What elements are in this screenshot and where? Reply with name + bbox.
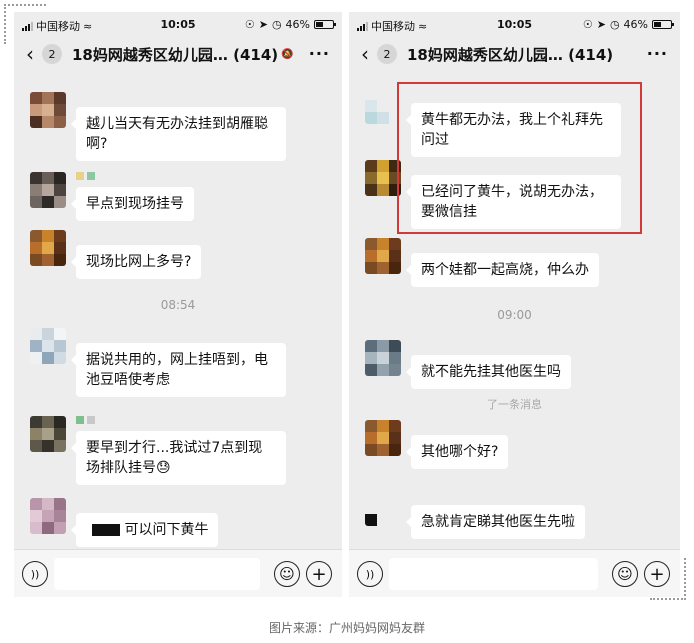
sender-name bbox=[411, 238, 599, 250]
chat-title: 18妈网越秀区幼儿园… (414) bbox=[407, 45, 614, 64]
input-bar: )) ☺ + bbox=[349, 549, 680, 597]
voice-icon[interactable]: )) bbox=[357, 561, 383, 587]
message-bubble[interactable]: 急就肯定睇其他医生先啦 bbox=[406, 505, 585, 539]
more-icon[interactable]: ··· bbox=[647, 44, 668, 63]
more-icon[interactable]: ··· bbox=[309, 44, 330, 63]
mute-icon: 🔕 bbox=[281, 48, 294, 60]
sender-name bbox=[76, 328, 286, 340]
sender-name bbox=[76, 416, 286, 428]
message-input[interactable] bbox=[389, 558, 598, 590]
unread-badge[interactable]: 2 bbox=[42, 44, 62, 64]
message-row: 现场比网上多号? bbox=[30, 230, 202, 279]
chat-timestamp: 09:00 bbox=[497, 308, 532, 322]
message-input[interactable] bbox=[54, 558, 260, 590]
redaction-mark bbox=[92, 524, 120, 536]
battery-icon bbox=[652, 20, 674, 29]
status-bar: 中国移动 ≈ 10:05 ☉ ➤ ◷ 46% bbox=[349, 12, 680, 36]
sender-name bbox=[76, 230, 201, 242]
battery-percent: 46% bbox=[285, 18, 310, 31]
sender-name bbox=[411, 340, 571, 352]
sender-name bbox=[76, 92, 286, 104]
chevron-left-icon[interactable]: ‹ bbox=[355, 42, 375, 66]
battery-percent: 46% bbox=[623, 18, 648, 31]
chat-timestamp: 08:54 bbox=[160, 298, 196, 312]
message-row: 两个娃都一起高烧，仲么办 bbox=[365, 238, 599, 287]
message-bubble[interactable]: 要早到才行...我试过7点到现场排队挂号😓 bbox=[71, 431, 286, 485]
message-bubble[interactable]: 就不能先挂其他医生吗 bbox=[406, 355, 571, 389]
message-bubble[interactable]: 两个娃都一起高烧，仲么办 bbox=[406, 253, 599, 287]
avatar[interactable] bbox=[365, 160, 401, 196]
avatar[interactable] bbox=[365, 88, 401, 124]
message-row: 其他哪个好? bbox=[365, 420, 509, 469]
location-icon: ➤ bbox=[258, 18, 268, 31]
highlight-box bbox=[397, 82, 642, 234]
message-row: 越儿当天有无办法挂到胡雁聪啊? bbox=[30, 92, 286, 161]
left-chat-screen: 中国移动 ≈ 10:05 ☉ ➤ ◷ 46% ‹ 2 18妈网越秀区幼儿园… (… bbox=[14, 12, 342, 597]
sender-name bbox=[76, 172, 194, 184]
battery-icon bbox=[314, 20, 336, 29]
avatar[interactable] bbox=[365, 420, 401, 456]
avatar[interactable] bbox=[365, 238, 401, 274]
message-row: 据说共用的，网上挂唔到，电池豆唔使考虑 bbox=[30, 328, 286, 397]
plus-icon[interactable]: + bbox=[306, 561, 332, 587]
message-bubble[interactable]: 越儿当天有无办法挂到胡雁聪啊? bbox=[71, 107, 286, 161]
alarm-icon: ◷ bbox=[271, 18, 282, 31]
message-bubble[interactable]: 可以问下黄牛 bbox=[70, 513, 219, 547]
message-row: 可以问下黄牛 bbox=[30, 498, 219, 547]
emoji-icon[interactable]: ☺ bbox=[612, 561, 638, 587]
chat-header: ‹ 2 18妈网越秀区幼儿园… (414) 🔕 ··· bbox=[14, 36, 342, 72]
message-bubble[interactable]: 其他哪个好? bbox=[405, 435, 509, 469]
sender-name bbox=[76, 498, 218, 510]
message-bubble[interactable]: 早点到现场挂号 bbox=[71, 187, 194, 221]
message-row: 就不能先挂其他医生吗 bbox=[365, 340, 571, 389]
message-row: 急就肯定睇其他医生先啦 bbox=[365, 490, 585, 539]
message-bubble[interactable]: 据说共用的，网上挂唔到，电池豆唔使考虑 bbox=[71, 343, 286, 397]
avatar[interactable] bbox=[365, 490, 401, 526]
avatar[interactable] bbox=[30, 172, 66, 208]
emoji-icon[interactable]: ☺ bbox=[274, 561, 300, 587]
status-bar: 中国移动 ≈ 10:05 ☉ ➤ ◷ 46% bbox=[14, 12, 342, 36]
avatar[interactable] bbox=[30, 92, 66, 128]
chat-header: ‹ 2 18妈网越秀区幼儿园… (414) ··· bbox=[349, 36, 680, 72]
rotation-lock-icon: ☉ bbox=[244, 18, 255, 31]
avatar[interactable] bbox=[30, 498, 66, 534]
chat-title: 18妈网越秀区幼儿园… (414) bbox=[72, 45, 279, 64]
image-caption: 图片来源：广州妈妈网妈友群 bbox=[268, 621, 425, 635]
recall-notice: 了一条消息 bbox=[487, 398, 542, 411]
location-icon: ➤ bbox=[596, 18, 606, 31]
voice-icon[interactable]: )) bbox=[22, 561, 48, 587]
sender-name bbox=[411, 420, 508, 432]
input-bar: )) ☺ + bbox=[14, 549, 342, 597]
alarm-icon: ◷ bbox=[609, 18, 620, 31]
avatar[interactable] bbox=[30, 328, 66, 364]
message-row: 要早到才行...我试过7点到现场排队挂号😓 bbox=[30, 416, 286, 485]
rotation-lock-icon: ☉ bbox=[582, 18, 593, 31]
plus-icon[interactable]: + bbox=[644, 561, 670, 587]
message-row: 早点到现场挂号 bbox=[30, 172, 194, 221]
message-bubble[interactable]: 现场比网上多号? bbox=[70, 245, 202, 279]
right-chat-screen: 中国移动 ≈ 10:05 ☉ ➤ ◷ 46% ‹ 2 18妈网越秀区幼儿园… (… bbox=[349, 12, 680, 597]
sender-name bbox=[411, 490, 585, 502]
avatar[interactable] bbox=[365, 340, 401, 376]
avatar[interactable] bbox=[30, 230, 66, 266]
unread-badge[interactable]: 2 bbox=[377, 44, 397, 64]
chevron-left-icon[interactable]: ‹ bbox=[20, 42, 40, 66]
avatar[interactable] bbox=[30, 416, 66, 452]
message-list[interactable]: 越儿当天有无办法挂到胡雁聪啊? 早点到现场挂号 现场比网上多号? 08:54 据… bbox=[14, 72, 342, 549]
